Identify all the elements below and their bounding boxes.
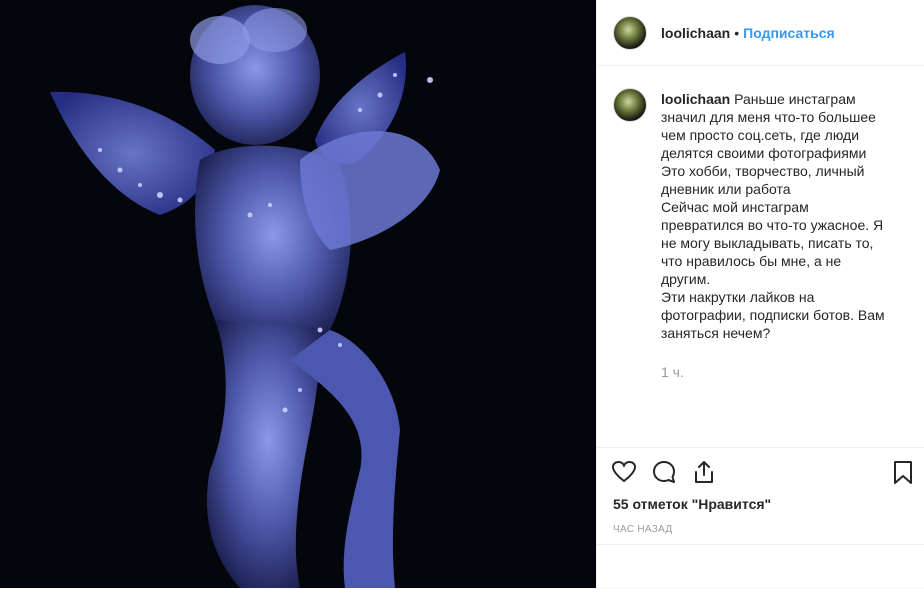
header-text: loolichaan • Подписаться: [661, 25, 835, 41]
post-sidebar: loolichaan • Подписаться loolichaan Рань…: [596, 0, 924, 588]
header-username[interactable]: loolichaan: [661, 25, 730, 41]
post-photo[interactable]: [0, 0, 596, 588]
caption: loolichaan Раньше инстаграм значил для м…: [661, 90, 891, 342]
caption-username[interactable]: loolichaan: [661, 91, 730, 107]
post-header: loolichaan • Подписаться: [597, 0, 924, 66]
caption-block: loolichaan Раньше инстаграм значил для м…: [661, 90, 891, 446]
add-comment-area[interactable]: [597, 544, 924, 589]
action-icons: [597, 448, 924, 496]
share-icon[interactable]: [691, 459, 717, 485]
comment-icon[interactable]: [651, 459, 677, 485]
caption-text: Раньше инстаграм значил для меня что-то …: [661, 91, 885, 341]
avatar[interactable]: [613, 15, 647, 50]
instagram-post: loolichaan • Подписаться loolichaan Рань…: [0, 0, 924, 588]
caption-avatar[interactable]: [613, 88, 647, 122]
follow-button[interactable]: Подписаться: [743, 25, 835, 41]
likes-count[interactable]: 55 отметок "Нравится": [597, 496, 924, 512]
heart-icon[interactable]: [611, 459, 637, 485]
posted-time: час назад: [613, 524, 673, 535]
angel-figurine-image: [0, 0, 596, 588]
separator-dot: •: [734, 24, 740, 41]
actions-area: 55 отметок "Нравится" час назад: [597, 447, 924, 589]
bookmark-icon[interactable]: [890, 459, 916, 485]
comments-section: loolichaan Раньше инстаграм значил для м…: [597, 66, 924, 446]
caption-time: 1 ч.: [661, 364, 684, 380]
